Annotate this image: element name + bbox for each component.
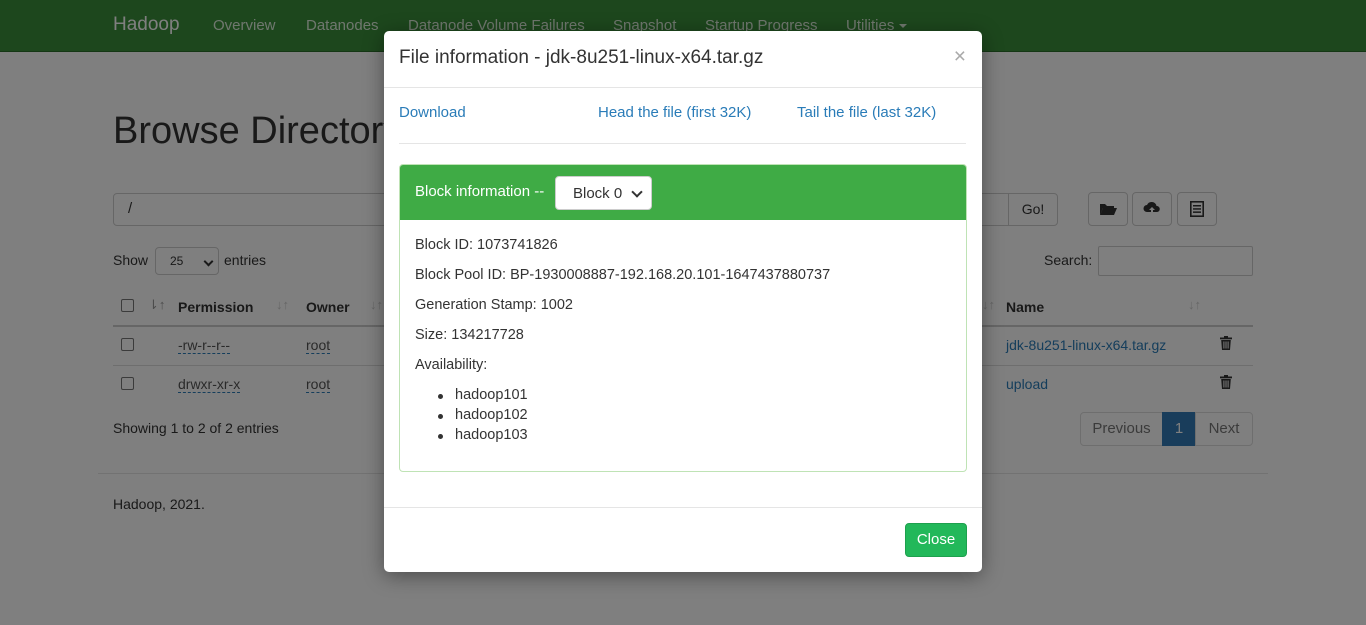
block-pool-id: Block Pool ID: BP-1930008887-192.168.20.… xyxy=(415,267,831,283)
close-icon[interactable]: × xyxy=(954,45,966,69)
block-select[interactable]: Block 0 xyxy=(555,176,652,210)
modal-header-divider xyxy=(384,87,982,88)
block-information-label: Block information -- xyxy=(415,183,545,200)
block-select-value: Block 0 xyxy=(573,185,623,202)
availability-item: hadoop103 xyxy=(455,427,528,443)
close-button[interactable]: Close xyxy=(905,523,967,557)
block-id: Block ID: 1073741826 xyxy=(415,237,558,253)
chevron-down-icon xyxy=(631,186,643,198)
bullet-icon xyxy=(438,414,443,419)
head-file-link[interactable]: Head the file (first 32K) xyxy=(598,104,751,121)
download-link[interactable]: Download xyxy=(399,104,466,121)
availability-item: hadoop101 xyxy=(455,387,528,403)
file-information-modal: File information - jdk-8u251-linux-x64.t… xyxy=(384,31,982,572)
links-divider xyxy=(399,143,966,144)
generation-stamp: Generation Stamp: 1002 xyxy=(415,297,573,313)
block-information-panel: Block information -- Block 0 Block ID: 1… xyxy=(399,164,967,472)
modal-footer-divider xyxy=(384,507,982,508)
panel-heading: Block information -- Block 0 xyxy=(400,165,966,220)
modal-title: File information - jdk-8u251-linux-x64.t… xyxy=(399,47,764,68)
bullet-icon xyxy=(438,394,443,399)
block-size: Size: 134217728 xyxy=(415,327,524,343)
availability-item: hadoop102 xyxy=(455,407,528,423)
availability-label: Availability: xyxy=(415,357,488,373)
tail-file-link[interactable]: Tail the file (last 32K) xyxy=(797,104,936,121)
bullet-icon xyxy=(438,434,443,439)
